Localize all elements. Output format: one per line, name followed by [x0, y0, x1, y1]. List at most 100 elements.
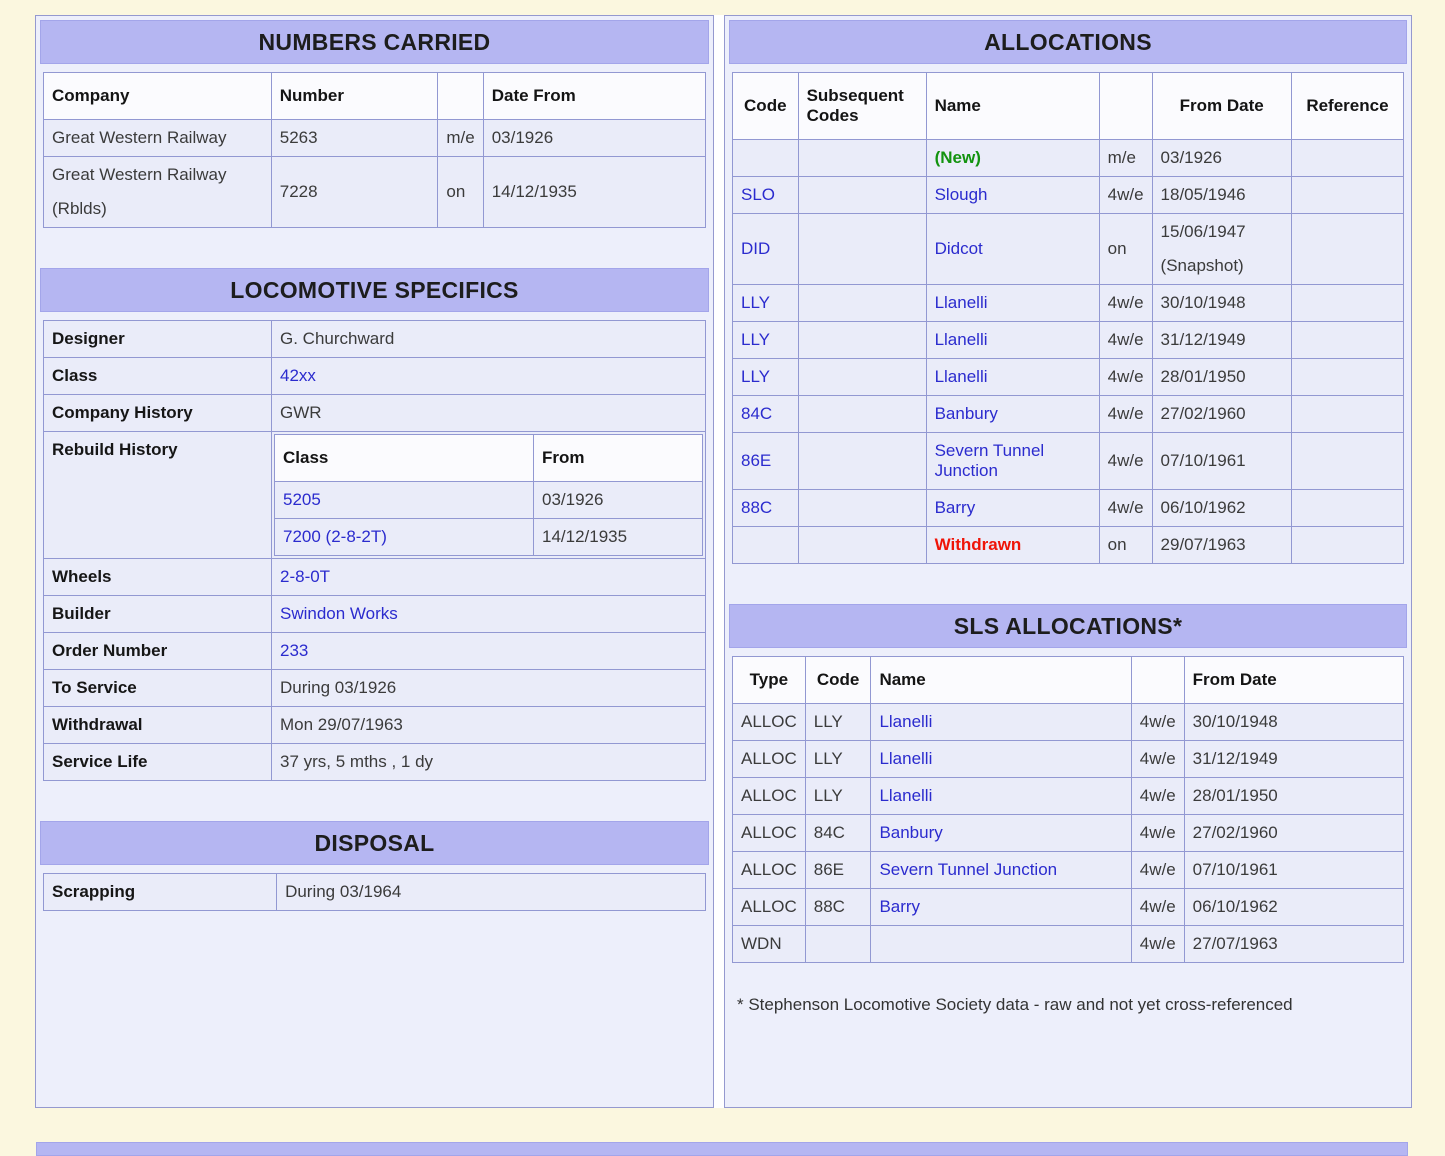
table-row: LLY Llanelli 4w/e 30/10/1948: [733, 285, 1404, 322]
table-row: Class 42xx: [44, 358, 706, 395]
cell-code: 88C: [805, 889, 871, 926]
table-row: ALLOC LLY Llanelli 4w/e 31/12/1949: [733, 741, 1404, 778]
class-link[interactable]: 42xx: [280, 366, 316, 385]
cell-qualifier: 4w/e: [1099, 396, 1152, 433]
rebuild-history-value: Class From 5205 03/1926 7200 (2-8-2T) 14…: [272, 432, 706, 559]
shed-code-link[interactable]: LLY: [741, 330, 770, 349]
cell-code: [733, 527, 799, 564]
shed-name-link[interactable]: Llanelli: [935, 330, 988, 349]
shed-name-link[interactable]: Slough: [935, 185, 988, 204]
col-subsequent-codes: Subsequent Codes: [798, 73, 926, 140]
order-number-value: 233: [272, 633, 706, 670]
builder-link[interactable]: Swindon Works: [280, 604, 398, 623]
cell-type: ALLOC: [733, 889, 806, 926]
left-panel: NUMBERS CARRIED Company Number Date From…: [35, 15, 714, 1108]
locomotive-specifics-table: Designer G. Churchward Class 42xx Compan…: [43, 320, 706, 781]
table-row: To Service During 03/1926: [44, 670, 706, 707]
shed-name-link[interactable]: Llanelli: [879, 786, 932, 805]
cell-from-date: 30/10/1948: [1152, 285, 1291, 322]
shed-name-link[interactable]: Severn Tunnel Junction: [879, 860, 1057, 879]
wheels-value: 2-8-0T: [272, 559, 706, 596]
cell-type: ALLOC: [733, 778, 806, 815]
table-row: ALLOC 84C Banbury 4w/e 27/02/1960: [733, 815, 1404, 852]
shed-name-link[interactable]: Barry: [935, 498, 976, 517]
to-service-value: During 03/1926: [272, 670, 706, 707]
cell-subsequent-codes: [798, 359, 926, 396]
cell-from-date: 31/12/1949: [1184, 741, 1403, 778]
shed-code-link[interactable]: LLY: [741, 293, 770, 312]
shed-name-link[interactable]: Banbury: [935, 404, 998, 423]
cell-name: Slough: [926, 177, 1099, 214]
cell-type: WDN: [733, 926, 806, 963]
col-date-from: Date From: [483, 73, 705, 120]
cell-code: SLO: [733, 177, 799, 214]
shed-code-link[interactable]: 88C: [741, 498, 772, 517]
cell-subsequent-codes: [798, 322, 926, 359]
content-columns: NUMBERS CARRIED Company Number Date From…: [35, 15, 1412, 1108]
table-row: 86E Severn Tunnel Junction 4w/e 07/10/19…: [733, 433, 1404, 490]
shed-name-link[interactable]: Didcot: [935, 239, 983, 258]
table-row: Service Life 37 yrs, 5 mths , 1 dy: [44, 744, 706, 781]
shed-code-link[interactable]: SLO: [741, 185, 775, 204]
table-row: DID Didcot on 15/06/1947 (Snapshot): [733, 214, 1404, 285]
shed-name-link[interactable]: Llanelli: [935, 293, 988, 312]
shed-code-link[interactable]: LLY: [741, 367, 770, 386]
shed-name-link[interactable]: Banbury: [879, 823, 942, 842]
table-row: SLO Slough 4w/e 18/05/1946: [733, 177, 1404, 214]
table-row: Great Western Railway 5263 m/e 03/1926: [44, 120, 706, 157]
cell-qualifier: 4w/e: [1131, 852, 1184, 889]
shed-name-link[interactable]: Barry: [879, 897, 920, 916]
shed-code-link[interactable]: DID: [741, 239, 770, 258]
table-row: 5205 03/1926: [275, 482, 703, 519]
cell-type: ALLOC: [733, 815, 806, 852]
cell-subsequent-codes: [798, 433, 926, 490]
rebuild-class-link[interactable]: 7200 (2-8-2T): [283, 527, 387, 546]
withdrawal-value: Mon 29/07/1963: [272, 707, 706, 744]
cell-code: 86E: [733, 433, 799, 490]
cell-reference: [1291, 285, 1403, 322]
cell-qualifier: 4w/e: [1131, 926, 1184, 963]
order-number-link[interactable]: 233: [280, 641, 308, 660]
cell-name: Llanelli: [871, 778, 1131, 815]
cell-from-date: 06/10/1962: [1152, 490, 1291, 527]
cell-name: Llanelli: [871, 741, 1131, 778]
scrapping-value: During 03/1964: [277, 874, 706, 911]
cell-qualifier: on: [438, 157, 483, 228]
col-from-date: From Date: [1184, 657, 1403, 704]
cell-reference: [1291, 527, 1403, 564]
shed-name-link[interactable]: Severn Tunnel Junction: [935, 441, 1045, 480]
cell-reference: [1291, 396, 1403, 433]
shed-name-link[interactable]: Llanelli: [879, 712, 932, 731]
rebuild-class-link[interactable]: 5205: [283, 490, 321, 509]
cell-from-date: 27/07/1963: [1184, 926, 1403, 963]
locomotive-specifics-section: LOCOMOTIVE SPECIFICS Designer G. Churchw…: [40, 268, 709, 781]
cell-subsequent-codes: [798, 285, 926, 322]
col-company: Company: [44, 73, 272, 120]
cell-code: [733, 140, 799, 177]
col-name: Name: [926, 73, 1099, 140]
cell-from-date: 28/01/1950: [1152, 359, 1291, 396]
disposal-title: DISPOSAL: [40, 821, 709, 865]
cell-name: Barry: [926, 490, 1099, 527]
shed-name-link[interactable]: Llanelli: [879, 749, 932, 768]
sls-footnote: * Stephenson Locomotive Society data - r…: [729, 995, 1407, 1015]
cell-qualifier: 4w/e: [1131, 815, 1184, 852]
table-row: Withdrawn on 29/07/1963: [733, 527, 1404, 564]
col-rebuild-class: Class: [275, 435, 534, 482]
rebuild-history-label: Rebuild History: [44, 432, 272, 559]
shed-name-link[interactable]: Llanelli: [935, 367, 988, 386]
cell-name: Llanelli: [871, 704, 1131, 741]
cell-qualifier: 4w/e: [1131, 778, 1184, 815]
shed-code-link[interactable]: 86E: [741, 451, 771, 470]
col-reference: Reference: [1291, 73, 1403, 140]
table-row: Withdrawal Mon 29/07/1963: [44, 707, 706, 744]
wheels-link[interactable]: 2-8-0T: [280, 567, 330, 586]
cell-from-date: 15/06/1947 (Snapshot): [1152, 214, 1291, 285]
table-row: Designer G. Churchward: [44, 321, 706, 358]
order-number-label: Order Number: [44, 633, 272, 670]
cell-reference: [1291, 140, 1403, 177]
cell-subsequent-codes: [798, 396, 926, 433]
table-row: 84C Banbury 4w/e 27/02/1960: [733, 396, 1404, 433]
cell-subsequent-codes: [798, 490, 926, 527]
shed-code-link[interactable]: 84C: [741, 404, 772, 423]
